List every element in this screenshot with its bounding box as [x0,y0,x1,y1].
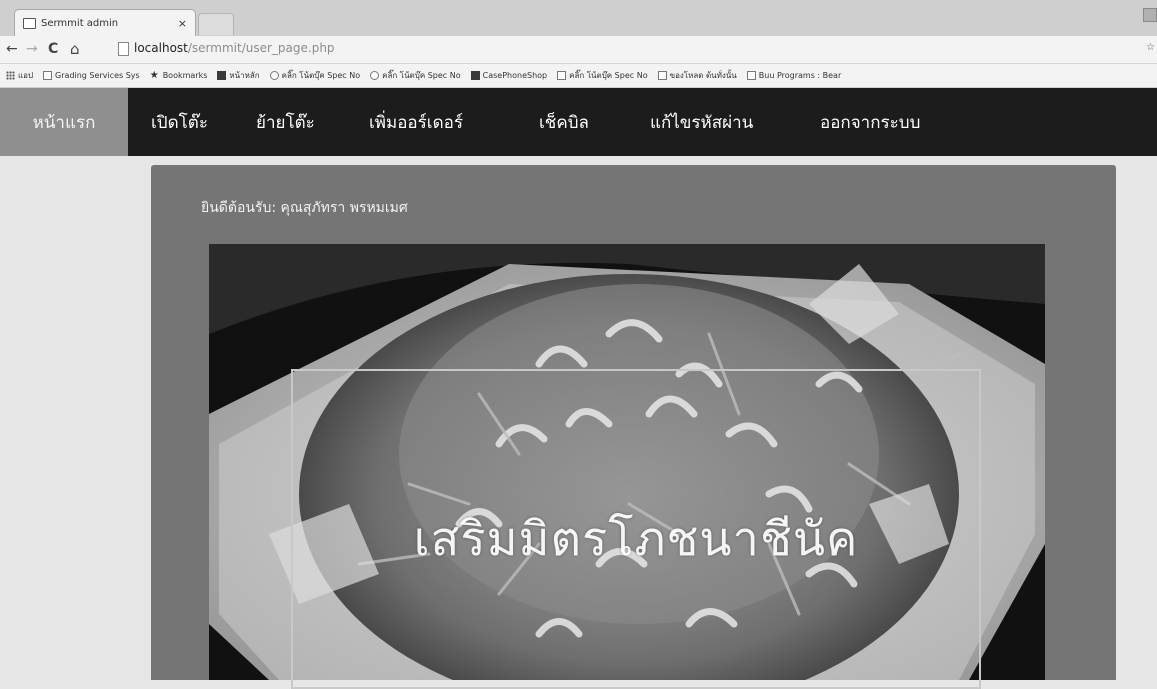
site-icon [370,71,380,80]
bookmark-item[interactable]: ★ Bookmarks [149,70,208,81]
bookmark-item[interactable]: แอป [6,69,33,82]
bookmark-item[interactable]: คลิ๊ก โน้ตบุ๊ค Spec No [269,69,360,82]
new-tab-button[interactable] [198,13,234,35]
facebook-icon [217,71,227,80]
url-path: /sermmit/user_page.php [187,41,335,55]
home-icon[interactable]: ⌂ [70,41,80,57]
apps-grid-icon [6,71,15,80]
bookmark-item[interactable]: CasePhoneShop [470,71,547,80]
restaurant-banner-title: เสริมมิตรโภชนาชีนัค [413,512,859,567]
reload-icon[interactable]: C [48,41,58,57]
nav-open-table[interactable]: เปิดโต๊ะ [151,88,208,156]
bookmarks-bar: แอป Grading Services Sys ★ Bookmarks หน้… [0,64,1157,88]
page-icon [657,71,667,80]
back-arrow-icon[interactable]: ← [6,41,18,57]
window-control-button[interactable] [1143,8,1157,22]
nav-logout[interactable]: ออกจากระบบ [820,88,920,156]
nav-move-table[interactable]: ย้ายโต๊ะ [256,88,315,156]
bookmark-item[interactable]: หน้าหลัก [217,69,260,82]
close-icon[interactable]: × [178,17,187,30]
browser-tab[interactable]: Sermmit admin × [14,9,196,36]
welcome-message: ยินดีต้อนรับ: คุณสุภัทรา พรหมเมศ [201,200,408,216]
page-icon [118,42,129,56]
browser-tab-strip: Sermmit admin × [0,0,1157,36]
main-navbar: หน้าแรก เปิดโต๊ะ ย้ายโต๊ะ เพิ่มออร์เดอร์… [0,88,1157,156]
page-icon [43,71,53,80]
url-host: localhost [134,41,188,55]
star-icon: ★ [149,70,159,81]
bookmark-item[interactable]: คลิ๊ก โน้ตบุ๊ค Spec No [370,69,461,82]
tab-title: Sermmit admin [41,17,119,29]
bookmark-item[interactable]: Buu Programs : Bear [746,71,841,80]
bookmark-item[interactable]: ของโหลด ต้นทั่งนั้น [657,69,737,82]
nav-change-password[interactable]: แก้ไขรหัสผ่าน [650,88,753,156]
nav-check-bill[interactable]: เช็คบิล [539,88,589,156]
facebook-icon [470,71,480,80]
bookmark-item[interactable]: คลิ๊ก โน้ตบุ๊ค Spec No [557,69,648,82]
forward-arrow-icon[interactable]: → [26,41,38,57]
address-bar-row: ← → C ⌂ localhost/sermmit/user_page.php … [0,36,1157,64]
page-icon [746,71,756,80]
page-icon [557,71,567,80]
site-icon [269,71,279,80]
bookmark-star-icon[interactable]: ☆ [1146,42,1155,53]
bookmark-item[interactable]: Grading Services Sys [43,71,140,80]
url-field[interactable]: localhost/sermmit/user_page.php [134,41,335,55]
nav-home[interactable]: หน้าแรก [0,88,128,156]
nav-add-order[interactable]: เพิ่มออร์เดอร์ [369,88,463,156]
favicon-icon [23,17,36,29]
